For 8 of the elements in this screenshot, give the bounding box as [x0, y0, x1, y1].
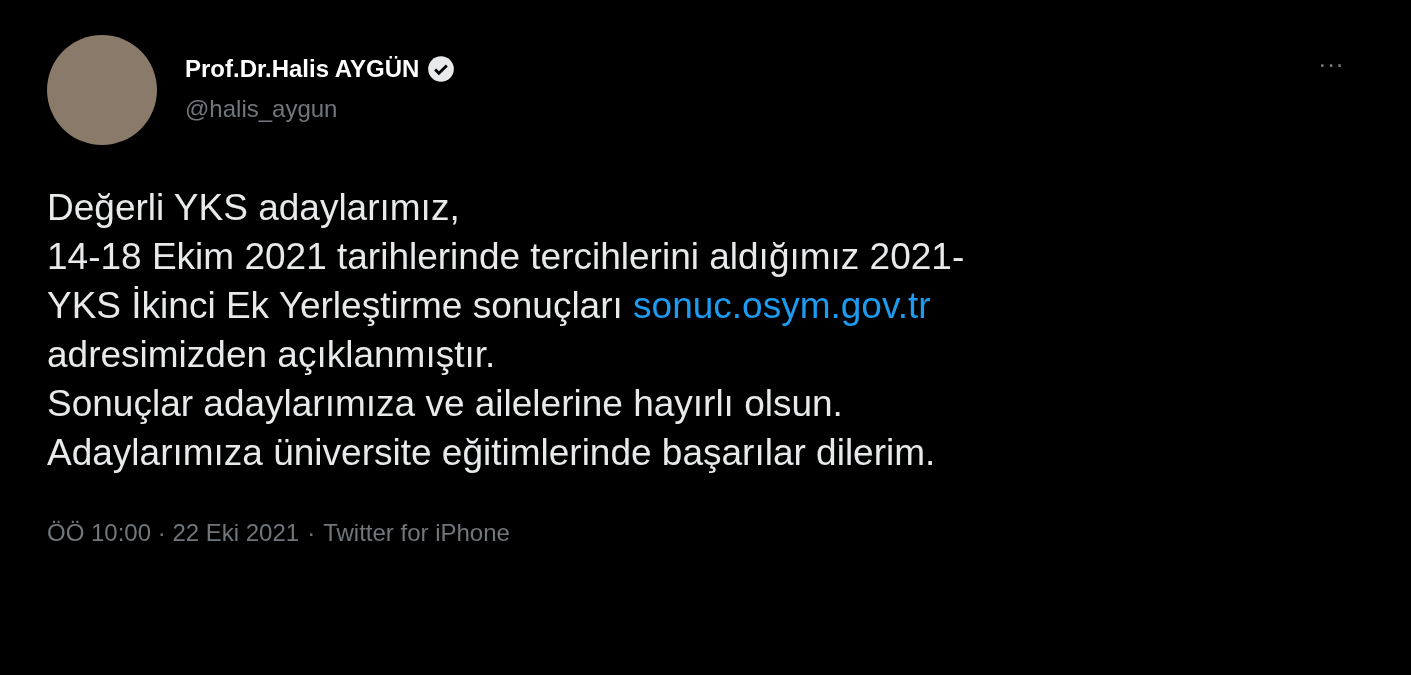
author-name[interactable]: Prof.Dr.Halis AYGÜN — [185, 51, 420, 87]
source-link[interactable]: Twitter for iPhone — [323, 515, 510, 551]
more-button[interactable]: ··· — [1318, 51, 1344, 77]
tweet-text: Değerli YKS adaylarımız, 14-18 Ekim 2021 tarihlerinde tercihlerini aldığımız 2021- YKS İkinci Ek Yerleştirme sonuçları sonuc.osym.gov.tr adresimizden açıklanmıştır. Sonuçlar adaylarımıza ve ailelerine hayırlı olsun. Adaylarımıza üniversite eğitimlerinde başarılar dilerim. — [47, 186, 966, 475]
author-handle[interactable]: @halis_aygun — [185, 91, 456, 127]
tweet-timestamp[interactable]: ÖÖ 10:00 · 22 Eki 2021 — [47, 515, 300, 551]
separator-dot: · — [307, 518, 316, 548]
link[interactable]: sonuc.osym.gov.tr — [633, 285, 931, 326]
